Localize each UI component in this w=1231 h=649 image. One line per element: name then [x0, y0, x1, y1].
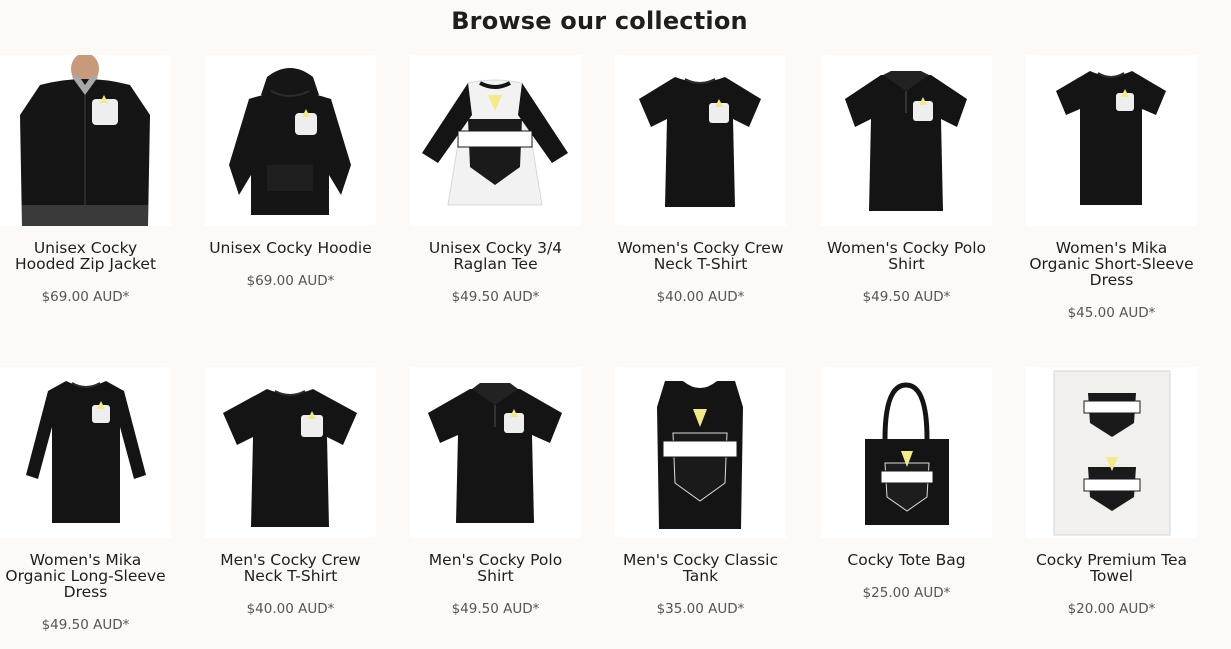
mens-crew-tee-image[interactable]: [205, 367, 376, 538]
product-card[interactable]: Cocky Premium Tea Towel $20.00 AUD*: [1026, 367, 1197, 617]
zip-jacket-image[interactable]: [0, 55, 171, 226]
product-card[interactable]: Unisex Cocky Hoodie $69.00 AUD*: [205, 55, 376, 289]
product-name[interactable]: Women's Mika Organic Long-Sleeve Dress: [0, 552, 171, 600]
product-price: $35.00 AUD*: [656, 601, 745, 617]
product-price: $49.50 AUD*: [862, 289, 951, 305]
product-price: $49.50 AUD*: [41, 617, 130, 633]
section-heading: Browse our collection: [451, 7, 748, 35]
product-card[interactable]: Men's Cocky Polo Shirt $49.50 AUD*: [410, 367, 581, 617]
tote-bag-image[interactable]: [821, 367, 992, 538]
product-name[interactable]: Unisex Cocky Hoodie: [205, 240, 376, 256]
product-price: $25.00 AUD*: [862, 585, 951, 601]
product-name[interactable]: Cocky Tote Bag: [821, 552, 992, 568]
product-card[interactable]: Men's Cocky Classic Tank $35.00 AUD*: [615, 367, 786, 617]
product-card[interactable]: Women's Cocky Polo Shirt $49.50 AUD*: [821, 55, 992, 305]
product-card[interactable]: Unisex Cocky 3/4 Raglan Tee $49.50 AUD*: [410, 55, 581, 305]
product-name[interactable]: Men's Cocky Polo Shirt: [410, 552, 581, 584]
product-price: $40.00 AUD*: [246, 601, 335, 617]
long-sleeve-dress-image[interactable]: [0, 367, 171, 538]
product-price: $45.00 AUD*: [1067, 305, 1156, 321]
hoodie-image[interactable]: [205, 55, 376, 226]
product-card[interactable]: Women's Cocky Crew Neck T-Shirt $40.00 A…: [615, 55, 786, 305]
product-price: $69.00 AUD*: [246, 273, 335, 289]
womens-polo-image[interactable]: [821, 55, 992, 226]
tank-image[interactable]: [615, 367, 786, 538]
product-card[interactable]: Women's Mika Organic Short-Sleeve Dress …: [1026, 55, 1197, 321]
womens-crew-tee-image[interactable]: [615, 55, 786, 226]
product-name[interactable]: Women's Cocky Polo Shirt: [821, 240, 992, 272]
tea-towel-image[interactable]: [1026, 367, 1197, 538]
product-price: $49.50 AUD*: [451, 289, 540, 305]
product-card[interactable]: Women's Mika Organic Long-Sleeve Dress $…: [0, 367, 171, 633]
product-name[interactable]: Women's Cocky Crew Neck T-Shirt: [615, 240, 786, 272]
product-name[interactable]: Women's Mika Organic Short-Sleeve Dress: [1026, 240, 1197, 288]
product-name[interactable]: Men's Cocky Crew Neck T-Shirt: [205, 552, 376, 584]
product-card[interactable]: Men's Cocky Crew Neck T-Shirt $40.00 AUD…: [205, 367, 376, 617]
product-name[interactable]: Men's Cocky Classic Tank: [615, 552, 786, 584]
short-sleeve-dress-image[interactable]: [1026, 55, 1197, 226]
product-price: $20.00 AUD*: [1067, 601, 1156, 617]
product-name[interactable]: Unisex Cocky Hooded Zip Jacket: [0, 240, 171, 272]
product-card[interactable]: Unisex Cocky Hooded Zip Jacket $69.00 AU…: [0, 55, 171, 305]
product-price: $40.00 AUD*: [656, 289, 745, 305]
mens-polo-image[interactable]: [410, 367, 581, 538]
product-name[interactable]: Unisex Cocky 3/4 Raglan Tee: [410, 240, 581, 272]
product-price: $69.00 AUD*: [41, 289, 130, 305]
product-card[interactable]: Cocky Tote Bag $25.00 AUD*: [821, 367, 992, 601]
product-name[interactable]: Cocky Premium Tea Towel: [1026, 552, 1197, 584]
raglan-tee-image[interactable]: [410, 55, 581, 226]
product-price: $49.50 AUD*: [451, 601, 540, 617]
